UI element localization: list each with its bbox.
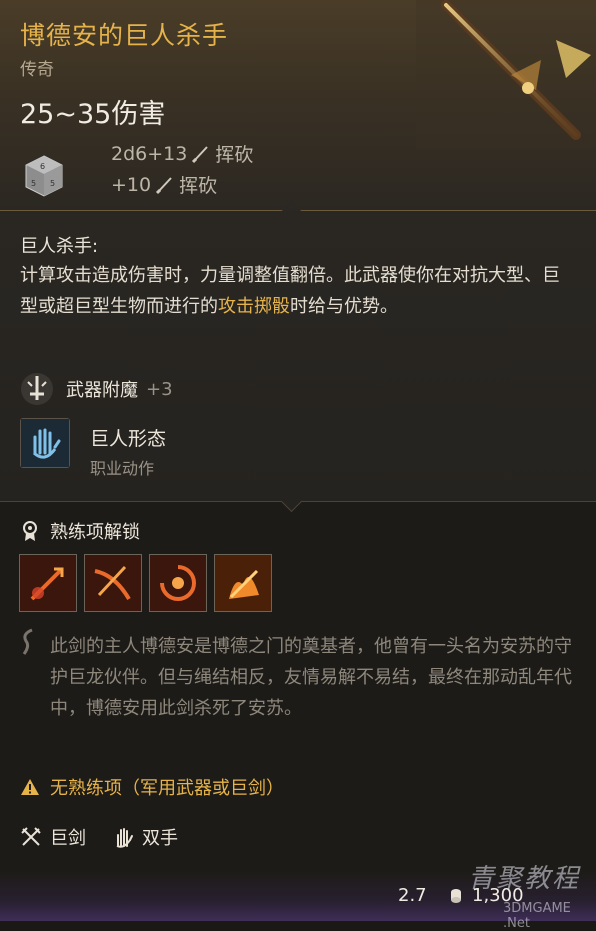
damage-range: 25~35伤害 [20, 99, 166, 130]
svg-text:6: 6 [40, 162, 45, 171]
weapon-enchantment: 武器附魔 +3 [20, 372, 173, 406]
crossed-swords-icon [21, 827, 41, 846]
enchant-sword-icon [21, 373, 53, 405]
action-icon-box[interactable] [20, 418, 70, 468]
flame-strike-icon [215, 555, 271, 611]
enchant-label: 武器附魔 [66, 380, 138, 401]
quote-icon [22, 628, 33, 655]
proficiency-actions [19, 554, 272, 612]
weapon-image [416, 0, 596, 150]
proficiency-slot-4[interactable] [214, 554, 272, 612]
damage-bonus: +10 [111, 173, 152, 196]
dice-icon: 6 5 5 [25, 155, 63, 197]
feature-description: 计算攻击造成伤害时，力量调整值翻倍。此武器使你在对抗大型、巨型或超巨型生物而进行… [20, 265, 560, 317]
hand-icon [116, 828, 133, 848]
damage-dice: 2d6+13 [111, 142, 188, 165]
damage-type: 挥砍 [179, 175, 218, 197]
tooltip-header: 博德安的巨人杀手 传奇 25~35伤害 6 5 5 2d6+13 挥砍 +10 [0, 0, 596, 211]
attack-roll-link[interactable]: 攻击掷骰 [218, 296, 290, 317]
whirl-icon [150, 555, 206, 611]
slashing-icon [156, 176, 172, 194]
medal-icon [23, 521, 37, 541]
weapon-tags: 巨剑 双手 [20, 824, 196, 850]
item-rarity: 传奇 [20, 60, 54, 80]
proficiency-slot-3[interactable] [149, 554, 207, 612]
item-tooltip: 博德安的巨人杀手 传奇 25~35伤害 6 5 5 2d6+13 挥砍 +10 [0, 0, 596, 931]
proficiency-label: 熟练项解锁 [50, 522, 140, 543]
svg-text:5: 5 [50, 179, 55, 188]
enchant-bonus: +3 [146, 378, 173, 400]
action-name: 巨人形态 [90, 428, 167, 450]
tag-greatsword: 巨剑 [50, 828, 86, 849]
watermark-sub: 3DMGAME .Net [503, 901, 571, 931]
action-subtitle: 职业动作 [90, 459, 155, 478]
proficiency-unlock: 熟练项解锁 [20, 518, 140, 544]
item-weight: 2.7 [398, 885, 427, 906]
sword-strike-icon [20, 555, 76, 611]
proficiency-warning: 无熟练项（军用武器或巨剑） [20, 774, 284, 800]
warning-icon [21, 779, 39, 795]
feature-title: 巨人杀手: [20, 236, 99, 257]
svg-text:5: 5 [31, 179, 36, 188]
proficiency-slot-1[interactable] [19, 554, 77, 612]
slashing-icon [192, 145, 209, 163]
warning-label: 无熟练项（军用武器或巨剑） [50, 778, 284, 799]
damage-type: 挥砍 [215, 144, 254, 166]
tag-two-handed: 双手 [142, 828, 178, 849]
item-name: 博德安的巨人杀手 [20, 21, 229, 50]
lore-text: 此剑的主人博德安是博德之门的奠基者，他曾有一头名为安苏的守护巨龙伙伴。但与绳结相… [50, 636, 572, 719]
damage-line-2: +10 挥砍 [111, 171, 217, 198]
proficiency-slot-2[interactable] [84, 554, 142, 612]
damage-line-1: 2d6+13 挥砍 [111, 140, 253, 167]
glowing-hand-icon [21, 419, 69, 467]
gold-coin-icon [451, 889, 461, 903]
cleave-icon [85, 555, 141, 611]
